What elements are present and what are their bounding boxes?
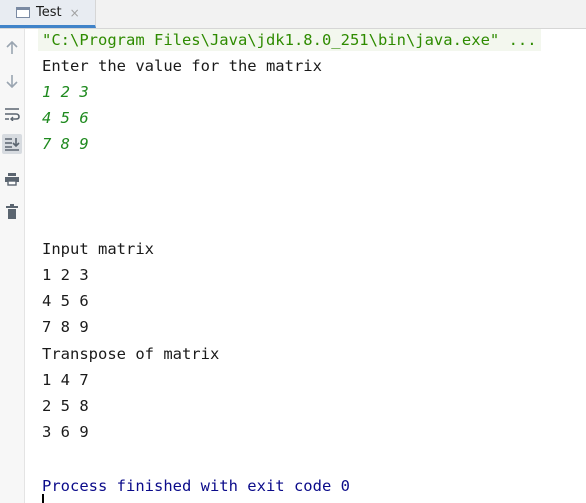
input-matrix-heading: Input matrix (42, 240, 154, 258)
print-icon[interactable] (2, 169, 22, 189)
user-input-row: 7 8 9 (42, 135, 89, 153)
tab-label: Test (36, 5, 62, 20)
java-command-line: "C:\Program Files\Java\jdk1.8.0_251\bin\… (38, 29, 541, 51)
exit-message: Process finished with exit code 0 (42, 477, 350, 495)
trash-icon[interactable] (2, 201, 22, 221)
transpose-matrix-row: 1 4 7 (42, 371, 89, 389)
transpose-heading: Transpose of matrix (42, 345, 220, 363)
transpose-matrix-row: 2 5 8 (42, 397, 89, 415)
user-input-row: 1 2 3 (42, 83, 89, 101)
scroll-to-end-icon[interactable] (2, 134, 22, 154)
input-matrix-row: 7 8 9 (42, 318, 89, 336)
arrow-up-icon[interactable] (2, 38, 22, 58)
run-tab-bar: Test × (0, 0, 586, 29)
console-toolbar (0, 29, 25, 503)
text-caret (42, 494, 44, 503)
user-input-row: 4 5 6 (42, 109, 89, 127)
input-matrix-row: 4 5 6 (42, 292, 89, 310)
run-tab-test[interactable]: Test × (0, 0, 96, 28)
console-window-icon (16, 7, 30, 18)
arrow-down-icon[interactable] (2, 71, 22, 91)
input-matrix-row: 1 2 3 (42, 266, 89, 284)
soft-wrap-icon[interactable] (2, 104, 22, 124)
transpose-matrix-row: 3 6 9 (42, 423, 89, 441)
prompt-line: Enter the value for the matrix (42, 57, 322, 75)
close-tab-icon[interactable]: × (70, 6, 80, 20)
